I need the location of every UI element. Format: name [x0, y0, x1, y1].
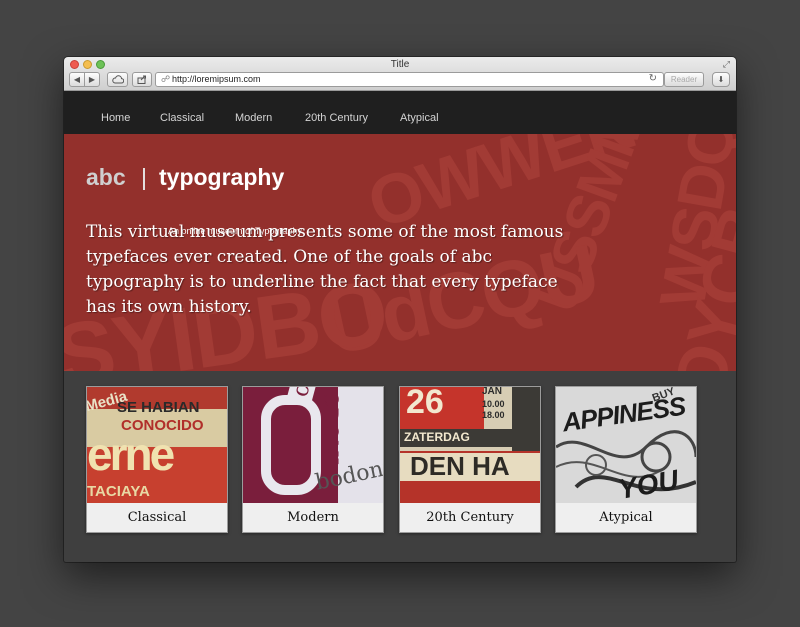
nav-atypical[interactable]: Atypical — [400, 91, 439, 134]
hero-description: This virtual museum presents some of the… — [86, 222, 564, 317]
logo-separator: | — [141, 164, 147, 190]
20th-century-thumbnail: 26 JAN 10.00 18.00 ZATERDAG DEN HA — [400, 387, 540, 503]
card-image-text: erne — [87, 428, 175, 480]
card-classical[interactable]: Media SE HABIAN CONOCIDO erne TACIAYA Cl… — [86, 386, 228, 533]
card-label: Classical — [127, 510, 187, 525]
forward-button[interactable]: ▶ — [84, 72, 100, 87]
card-image-text: DEN HA — [410, 451, 510, 481]
card-image-text: SE HABIAN — [117, 399, 200, 416]
card-image-text: 26 — [406, 387, 444, 421]
card-label: Modern — [287, 510, 339, 525]
back-arrow-icon: ◀ — [73, 75, 81, 84]
atypical-thumbnail: BUY APPINESS YOU — [556, 387, 696, 503]
icloud-tabs-button[interactable] — [107, 72, 128, 87]
site-navigation: Home Classical Modern 20th Century Atypi… — [64, 91, 736, 134]
share-button[interactable] — [132, 72, 152, 87]
reader-button[interactable]: Reader — [664, 72, 704, 87]
download-icon: ⬇ — [717, 75, 725, 84]
nav-modern[interactable]: Modern — [235, 91, 272, 134]
site-icon: ☍ — [161, 74, 171, 84]
card-image-text: TACIAYA — [87, 483, 150, 500]
browser-titlebar: Title ⤢ ◀ ▶ ☍ http://loremipsum.com ↻ Re… — [64, 57, 736, 91]
reload-icon[interactable]: ↻ — [649, 73, 657, 84]
nav-home[interactable]: Home — [101, 91, 130, 134]
logo-name: typography — [159, 164, 285, 190]
share-icon — [137, 75, 146, 84]
back-button[interactable]: ◀ — [69, 72, 85, 87]
forward-arrow-icon: ▶ — [88, 75, 96, 84]
classical-thumbnail: Media SE HABIAN CONOCIDO erne TACIAYA — [87, 387, 227, 503]
nav-20th-century[interactable]: 20th Century — [305, 91, 368, 134]
address-bar[interactable]: ☍ http://loremipsum.com ↻ — [155, 72, 664, 87]
logo-abc: abc — [86, 164, 126, 190]
card-image-text: 10.00 — [482, 399, 505, 409]
address-url: http://loremipsum.com — [172, 74, 261, 84]
browser-window: Title ⤢ ◀ ▶ ☍ http://loremipsum.com ↻ Re… — [64, 57, 736, 562]
card-label: 20th Century — [426, 510, 514, 525]
card-image-text: 18.00 — [482, 410, 505, 420]
window-title: Title — [390, 59, 410, 70]
hero-banner: OWWEN USSMM WSDQU UdCQU SYIDBO OYCB abc … — [64, 134, 736, 371]
downloads-button[interactable]: ⬇ — [712, 72, 730, 87]
cloud-icon — [111, 75, 124, 84]
card-label: Atypical — [599, 510, 653, 525]
card-modern[interactable]: ctura ODONI bodoni Modern — [242, 386, 384, 533]
modern-thumbnail: ctura ODONI bodoni — [243, 387, 383, 503]
card-atypical[interactable]: BUY APPINESS YOU Atypical — [555, 386, 697, 533]
card-image-text: ZATERDAG — [404, 430, 470, 444]
card-image-text: ODONI — [319, 391, 343, 466]
nav-classical[interactable]: Classical — [160, 91, 204, 134]
fullscreen-icon[interactable]: ⤢ — [723, 59, 730, 70]
card-20th-century[interactable]: 26 JAN 10.00 18.00 ZATERDAG DEN HA 20th … — [399, 386, 541, 533]
card-image-text: JAN — [482, 387, 503, 397]
